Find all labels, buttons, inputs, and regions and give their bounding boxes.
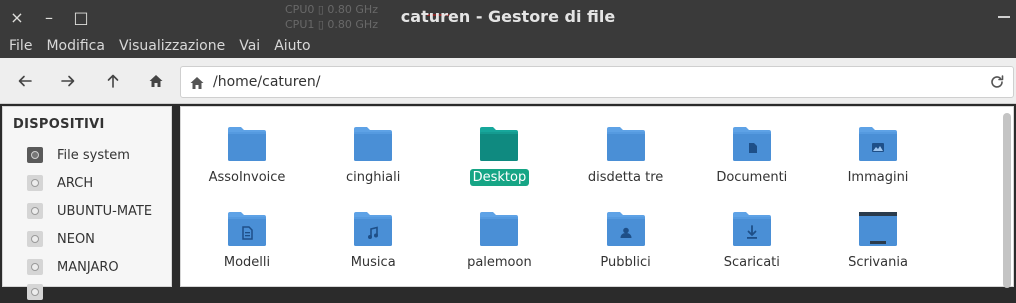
folder-templates-icon xyxy=(184,208,310,248)
folder-desktop-icon xyxy=(436,123,562,163)
forward-arrow-icon xyxy=(61,75,75,87)
file-item[interactable]: disdetta tre xyxy=(563,123,689,186)
sidebar-item-label: NEON xyxy=(57,231,95,247)
sidebar: DISPOSITIVI File system ARCH UBUNTU-MATE… xyxy=(2,106,172,300)
file-item-label: Immagini xyxy=(847,170,909,185)
drive-icon xyxy=(27,284,43,300)
file-item-label: Desktop xyxy=(469,169,530,186)
sidebar-item-ubuntu-mate[interactable]: UBUNTU-MATE xyxy=(27,200,152,222)
home-icon xyxy=(149,75,163,87)
back-arrow-icon xyxy=(18,75,32,87)
file-item[interactable]: AssoInvoice xyxy=(184,123,310,186)
back-button[interactable] xyxy=(10,66,40,96)
reload-icon[interactable] xyxy=(989,74,1005,90)
sidebar-header: DISPOSITIVI xyxy=(13,117,105,132)
file-item[interactable]: Musica xyxy=(310,208,436,271)
scrollbar[interactable] xyxy=(1003,113,1011,288)
title-bar: × – □ CPU0 ▯ 0.80 GHz CPU1 ▯ 0.80 GHz ca… xyxy=(0,0,1016,34)
file-item[interactable]: Modelli xyxy=(184,208,310,271)
folder-download-icon xyxy=(689,208,815,248)
home-button[interactable] xyxy=(141,66,171,96)
window-menu-icon[interactable] xyxy=(998,16,1010,18)
folder-icon xyxy=(184,123,310,163)
file-item-label: Musica xyxy=(350,255,396,270)
folder-desktop-dark-icon xyxy=(815,208,941,248)
sidebar-item-manjaro[interactable]: MANJARO xyxy=(27,256,119,278)
file-item[interactable]: Desktop xyxy=(436,123,562,186)
location-bar[interactable]: /home/caturen/ xyxy=(180,66,1014,98)
file-item-label: Modelli xyxy=(223,255,271,270)
drive-icon xyxy=(27,203,43,219)
file-item-label: AssoInvoice xyxy=(208,170,286,185)
drive-icon xyxy=(27,147,43,163)
sidebar-item-file-system[interactable]: File system xyxy=(27,144,130,166)
sidebar-item-partial[interactable] xyxy=(27,281,43,303)
folder-pictures-icon xyxy=(815,123,941,163)
menu-modifica[interactable]: Modifica xyxy=(39,38,112,54)
file-item-label: Documenti xyxy=(716,170,788,185)
folder-icon xyxy=(563,123,689,163)
sidebar-item-label: ARCH xyxy=(57,175,94,191)
file-item[interactable]: Scaricati xyxy=(689,208,815,271)
menu-visualizzazione[interactable]: Visualizzazione xyxy=(112,38,232,54)
menu-vai[interactable]: Vai xyxy=(232,38,267,54)
forward-button[interactable] xyxy=(53,66,83,96)
folder-music-icon xyxy=(310,208,436,248)
file-item[interactable]: Pubblici xyxy=(563,208,689,271)
file-view: AssoInvoice cinghiali Desktop disdetta tre D… xyxy=(180,106,1014,288)
sidebar-item-label: MANJARO xyxy=(57,259,119,275)
sidebar-item-neon[interactable]: NEON xyxy=(27,228,95,250)
menu-aiuto[interactable]: Aiuto xyxy=(267,38,317,54)
file-item-label: Pubblici xyxy=(600,255,651,270)
file-item-label: cinghiali xyxy=(346,170,401,185)
sidebar-item-arch[interactable]: ARCH xyxy=(27,172,93,194)
up-button[interactable] xyxy=(98,66,128,96)
menu-bar: File Modifica Visualizzazione Vai Aiuto xyxy=(0,34,1016,58)
location-path[interactable]: /home/caturen/ xyxy=(213,67,320,97)
sidebar-item-label: UBUNTU-MATE xyxy=(57,203,153,219)
file-item-label: disdetta tre xyxy=(587,170,664,185)
folder-icon xyxy=(436,208,562,248)
window-title: caturen - Gestore di file xyxy=(400,7,616,26)
file-item-label: palemoon xyxy=(467,255,532,270)
drive-icon xyxy=(27,259,43,275)
folder-public-icon xyxy=(563,208,689,248)
up-arrow-icon xyxy=(107,74,119,88)
file-item[interactable]: Documenti xyxy=(689,123,815,186)
file-item[interactable]: Immagini xyxy=(815,123,941,186)
drive-icon xyxy=(27,175,43,191)
file-item[interactable]: Scrivania xyxy=(815,208,941,271)
file-item[interactable]: cinghiali xyxy=(310,123,436,186)
sidebar-item-label: File system xyxy=(57,147,130,163)
home-icon xyxy=(190,77,204,89)
drive-icon xyxy=(27,231,43,247)
menu-file[interactable]: File xyxy=(2,38,39,54)
file-item-label: Scaricati xyxy=(723,255,780,270)
folder-documents-icon xyxy=(689,123,815,163)
folder-icon xyxy=(310,123,436,163)
file-item-label: Scrivania xyxy=(848,255,908,270)
file-item[interactable]: palemoon xyxy=(436,208,562,271)
